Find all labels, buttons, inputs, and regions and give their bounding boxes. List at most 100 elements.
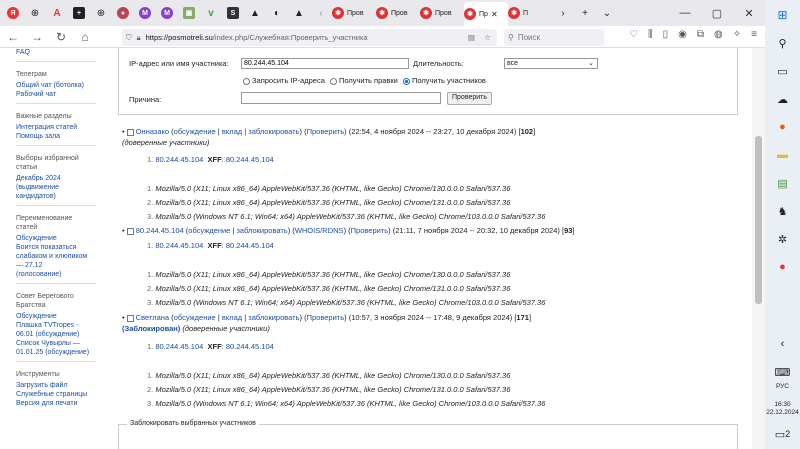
bookmark-star-icon[interactable]: ☆ <box>484 33 491 42</box>
tab-half[interactable]: ◐ <box>266 2 288 24</box>
duration-select[interactable]: все ⌄ <box>504 58 598 69</box>
tab-s[interactable]: S <box>222 2 244 24</box>
tab-named-3[interactable]: ✱ Пров <box>420 2 464 24</box>
submit-button[interactable]: Проверить <box>447 92 493 105</box>
check-link[interactable]: Проверить <box>307 127 345 136</box>
contribs-link[interactable]: вклад <box>222 127 242 136</box>
xff-link[interactable]: 80.244.45.104 <box>226 155 274 164</box>
radio-users[interactable] <box>402 77 410 85</box>
user-link[interactable]: Светлана <box>136 313 169 322</box>
extension-icon[interactable]: ⧉ <box>697 29 704 40</box>
firefox-icon[interactable]: ● <box>772 116 794 138</box>
block-link[interactable]: заблокировать <box>248 127 299 136</box>
sidebar-link[interactable]: Служебные страницы <box>16 390 112 399</box>
radio-edits[interactable] <box>329 77 337 85</box>
tab-scroll-left[interactable]: ‹ <box>310 2 332 24</box>
sidebar-link[interactable]: Список Чувырлы — 01.01.25 (обсуждение) <box>16 339 94 357</box>
sidebar-toggle-icon[interactable]: ▯ <box>663 29 669 40</box>
tab-m2[interactable]: M <box>156 2 178 24</box>
tab-yandex[interactable]: Я <box>2 2 24 24</box>
ip-input[interactable] <box>241 58 409 69</box>
check-link[interactable]: Проверить <box>307 313 345 322</box>
keyboard-icon[interactable]: ⌨ <box>772 361 794 383</box>
sidebar-link[interactable]: Версия для печати <box>16 399 112 408</box>
clock-time[interactable]: 16:30 <box>774 401 790 409</box>
entry-checkbox[interactable] <box>126 227 134 235</box>
block-link[interactable]: заблокировать <box>248 313 299 322</box>
back-icon[interactable]: ← <box>6 30 20 44</box>
language-indicator[interactable]: РУС <box>776 383 789 391</box>
page-scrollbar[interactable] <box>752 48 765 449</box>
sidebar-link[interactable]: Помощь зала <box>16 132 112 141</box>
address-bar[interactable]: ⛉ 🔒︎ https://posmotreli.su/index.php/Слу… <box>122 29 497 46</box>
ip-link[interactable]: 80.244.45.104 <box>155 155 203 164</box>
tab-globe-2[interactable]: ⊕ <box>90 2 112 24</box>
library-icon[interactable]: ⫼ <box>648 29 653 40</box>
tab-m1[interactable]: M <box>134 2 156 24</box>
contribs-link[interactable]: вклад <box>222 313 242 322</box>
sidebar-link[interactable]: Загрузить файл <box>16 381 112 390</box>
sidebar-link[interactable]: Обсуждение <box>16 234 112 243</box>
talk-link[interactable]: обсуждение <box>188 226 230 235</box>
tray-chevron-icon[interactable]: ‹ <box>772 333 794 355</box>
sidebar-link[interactable]: Обсуждение <box>16 312 112 321</box>
entry-checkbox[interactable] <box>126 128 134 136</box>
xff-link[interactable]: 80.244.45.104 <box>226 241 274 250</box>
forward-icon[interactable]: → <box>30 30 44 44</box>
reason-input[interactable] <box>241 92 441 104</box>
tab-a[interactable]: A <box>46 2 68 24</box>
tab-plus[interactable]: + <box>68 2 90 24</box>
reader-icon[interactable]: ▤ <box>468 33 475 42</box>
spider-app-icon[interactable]: ✲ <box>772 228 794 250</box>
extensions-puzzle-icon[interactable]: ✧ <box>733 29 741 40</box>
tab-globe-1[interactable]: ⊕ <box>24 2 46 24</box>
tab-named-5[interactable]: ✱ П <box>508 2 552 24</box>
sidebar-link[interactable]: Рабочий чат <box>16 90 112 99</box>
tab-warning-2[interactable]: ▲ <box>288 2 310 24</box>
scrollbar-thumb[interactable] <box>755 136 762 304</box>
tab-image[interactable]: ▣ <box>178 2 200 24</box>
block-link[interactable]: заблокировать <box>236 226 287 235</box>
sidebar-link[interactable]: Боится показаться слабаком и хлюпиком — … <box>16 243 88 279</box>
radio-ips[interactable] <box>243 77 250 85</box>
clock-date[interactable]: 22.12.2024 <box>766 409 799 417</box>
close-tab-icon[interactable]: ✕ <box>491 10 498 19</box>
search-box[interactable]: ⚲ Поиск <box>504 29 604 46</box>
sidebar-link[interactable]: Плашка TVTropes - 06.01 (обсуждение) <box>16 321 94 339</box>
ip-link[interactable]: 80.244.45.104 <box>155 342 203 351</box>
ip-user-link[interactable]: 80.244.45.104 <box>136 226 184 235</box>
reload-icon[interactable]: ↻ <box>54 30 68 44</box>
tab-photo[interactable]: ● <box>112 2 134 24</box>
home-icon[interactable]: ⌂ <box>78 30 92 44</box>
tab-warning-1[interactable]: ▲ <box>244 2 266 24</box>
ip-link[interactable]: 80.244.45.104 <box>155 241 203 250</box>
sidebar-link[interactable]: Интеграция статей <box>16 123 112 132</box>
blocked-badge[interactable]: (Заблокирован) <box>122 324 180 333</box>
privacy-badger-icon[interactable]: ◉ <box>678 29 687 40</box>
talk-link[interactable]: обсуждение <box>174 313 216 322</box>
sidebar-link-faq[interactable]: FAQ <box>16 48 112 57</box>
pocket-icon[interactable]: ♡ <box>629 29 638 40</box>
sidebar-link[interactable]: Общий чат (ботолка) <box>16 81 112 90</box>
notification-icon[interactable]: ▭ 2 <box>772 423 794 445</box>
check-link[interactable]: Проверить <box>351 226 389 235</box>
menu-icon[interactable]: ≡ <box>751 29 757 40</box>
task-view-icon[interactable]: ▭ <box>772 60 794 82</box>
maximize-button[interactable]: ▢ <box>701 0 733 26</box>
user-link[interactable]: Онназако <box>136 127 169 136</box>
yandex-browser-icon[interactable]: ● <box>772 256 794 278</box>
notepad-icon[interactable]: ▤ <box>772 172 794 194</box>
weather-icon[interactable]: ☁ <box>772 88 794 110</box>
minimize-button[interactable]: — <box>669 0 701 26</box>
whois-link[interactable]: WHOIS/RDNS <box>295 226 344 235</box>
tab-list-button[interactable]: ⌄ <box>596 2 618 24</box>
close-window-button[interactable]: ✕ <box>733 0 765 26</box>
talk-link[interactable]: обсуждение <box>174 127 216 136</box>
tab-named-1[interactable]: ✱ Пров <box>332 2 376 24</box>
entry-checkbox[interactable] <box>126 314 134 322</box>
app-icon[interactable]: ♞ <box>772 200 794 222</box>
xff-link[interactable]: 80.244.45.104 <box>226 342 274 351</box>
tab-scroll-right[interactable]: › <box>552 2 574 24</box>
windows-start-icon[interactable]: ⊞ <box>772 4 794 26</box>
tab-named-2[interactable]: ✱ Пров <box>376 2 420 24</box>
